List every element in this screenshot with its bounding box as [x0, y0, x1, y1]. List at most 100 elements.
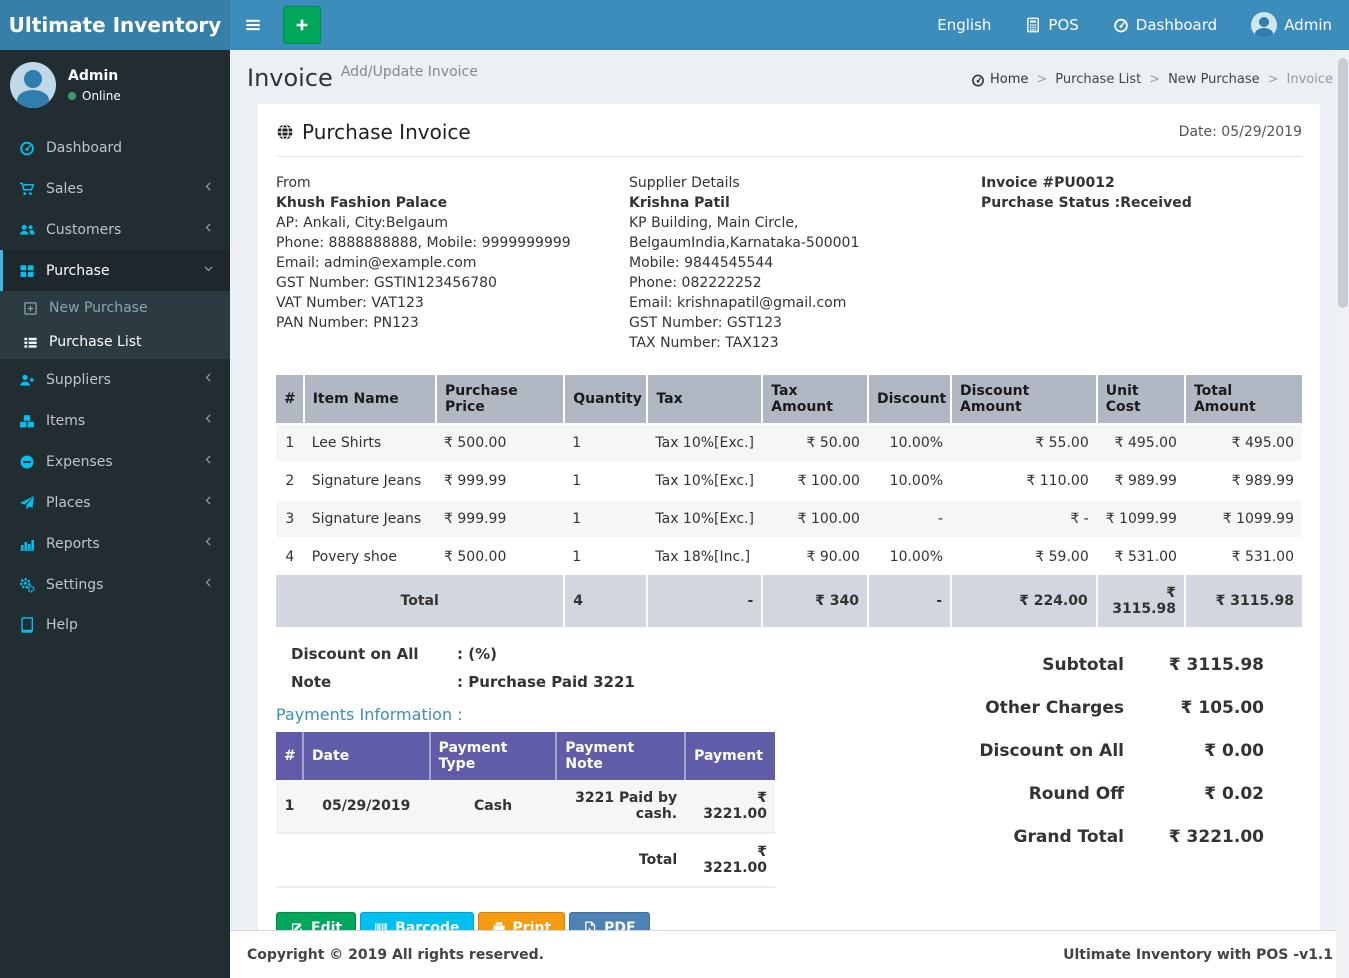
- sidebar-item-purchase[interactable]: Purchase: [0, 250, 230, 291]
- pos-link[interactable]: POS: [1008, 0, 1095, 50]
- list-icon: [22, 335, 38, 350]
- sidebar-item-label: Items: [46, 412, 86, 429]
- from-line: GST Number: GSTIN123456780: [276, 275, 497, 291]
- sidebar-toggle-button[interactable]: [230, 0, 275, 50]
- totals-summary: Subtotal ₹ 3115.98 Other Charges ₹ 105.0…: [892, 655, 1264, 944]
- summary-row-discount: Discount on All ₹ 0.00: [892, 741, 1264, 761]
- payments-heading: Payments Information :: [276, 705, 463, 724]
- sidebar-item-new-purchase[interactable]: New Purchase: [0, 291, 230, 325]
- table-row: 4 Povery shoe ₹ 500.00 1 Tax 18%[Inc.] ₹ 90.0…: [276, 538, 1302, 575]
- dashboard-label: Dashboard: [1135, 16, 1218, 34]
- sidebar-item-reports[interactable]: Reports: [0, 523, 230, 564]
- quick-add-button[interactable]: [283, 6, 321, 44]
- table-cell: ₹ 1099.99: [1222, 511, 1294, 527]
- plus-icon: [294, 17, 310, 33]
- table-row: 1 05/29/2019 Cash 3221 Paid by cash. ₹ 3221.…: [276, 780, 775, 833]
- supplier-name: Krishna Patil: [629, 195, 730, 211]
- table-cell: Signature Jeans: [311, 511, 422, 527]
- column-header: Item Name: [302, 375, 437, 424]
- dashboard-link[interactable]: Dashboard: [1096, 0, 1234, 50]
- table-row: 3 Signature Jeans ₹ 999.99 1 Tax 10%[Exc.] ₹ …: [276, 500, 1302, 538]
- sidebar-menu: Dashboard Sales Customers Purchase New P…: [0, 128, 230, 645]
- column-header: Payment Note: [555, 732, 686, 780]
- breadcrumb-purchase-list[interactable]: Purchase List: [1055, 72, 1141, 87]
- column-header: Total Amount: [1183, 375, 1302, 424]
- language-menu[interactable]: English: [920, 0, 1008, 50]
- sidebar-item-settings[interactable]: Settings: [0, 564, 230, 605]
- sidebar-item-label: Help: [46, 617, 78, 633]
- table-cell: ₹ 989.99: [1231, 473, 1294, 489]
- scrollbar-thumb[interactable]: [1337, 58, 1348, 308]
- table-cell: 1: [572, 435, 582, 451]
- table-cell: Lee Shirts: [311, 435, 382, 451]
- bar-chart-icon: [19, 536, 35, 552]
- breadcrumb-home[interactable]: Home: [971, 72, 1028, 87]
- note-row: Note : Purchase Paid 3221: [291, 673, 836, 691]
- lower-section: Discount on All : (%) Note : Purchase Pa…: [276, 645, 1302, 944]
- table-cell: ₹ 100.00: [797, 511, 860, 527]
- items-table: # Item Name Purchase Price Quantity Tax …: [276, 375, 1302, 627]
- sidebar-item-label: Settings: [46, 576, 104, 593]
- invoice-meta-block: Invoice #PU0012 Purchase Status :Receive…: [981, 173, 1302, 353]
- online-label: Online: [82, 88, 121, 103]
- content-header: Invoice Add/Update Invoice Home > Purcha…: [230, 50, 1349, 102]
- sidebar-user-panel: Admin Online: [0, 50, 230, 120]
- sidebar-item-customers[interactable]: Customers: [0, 209, 230, 250]
- table-cell: 1: [572, 473, 582, 489]
- table-cell: ₹ 100.00: [797, 473, 860, 489]
- page-scrollbar: [1336, 50, 1349, 978]
- table-cell: ₹ 59.00: [1035, 549, 1089, 565]
- chevron-left-icon: [202, 180, 215, 197]
- supplier-block: Supplier Details Krishna Patil KP Buildi…: [629, 173, 981, 353]
- users-icon: [19, 222, 35, 238]
- column-header: Discount: [866, 375, 952, 424]
- sidebar-item-items[interactable]: Items: [0, 400, 230, 441]
- sidebar-item-expenses[interactable]: Expenses: [0, 441, 230, 482]
- table-cell: Cash: [474, 798, 513, 814]
- sidebar-item-places[interactable]: Places: [0, 482, 230, 523]
- table-row: 1 Lee Shirts ₹ 500.00 1 Tax 10%[Exc.] ₹ 50.00…: [276, 424, 1302, 462]
- table-cell: 10.00%: [889, 473, 944, 489]
- user-name-label: Admin: [1284, 16, 1332, 34]
- invoice-date: Date: 05/29/2019: [1178, 124, 1302, 140]
- calculator-icon: [1025, 17, 1041, 33]
- table-cell: 05/29/2019: [322, 798, 411, 814]
- gauge-icon: [19, 140, 35, 156]
- table-cell: 1: [285, 435, 295, 451]
- chevron-left-icon: [202, 576, 215, 593]
- summary-value: ₹ 0.00: [1204, 741, 1264, 761]
- avatar: [10, 62, 56, 108]
- from-name: Khush Fashion Palace: [276, 195, 448, 211]
- sidebar-item-suppliers[interactable]: Suppliers: [0, 359, 230, 400]
- sidebar-item-label: Customers: [46, 221, 122, 238]
- total-discount-amount: ₹ 224.00: [950, 575, 1097, 627]
- user-menu[interactable]: Admin: [1234, 0, 1349, 50]
- summary-row-grand-total: Grand Total ₹ 3221.00: [892, 827, 1264, 847]
- sidebar-item-dashboard[interactable]: Dashboard: [0, 128, 230, 168]
- app-window: Ultimate Inventory English POS Dashboard: [0, 0, 1349, 978]
- table-cell: ₹ 989.99: [1114, 473, 1177, 489]
- sidebar-item-purchase-list[interactable]: Purchase List: [0, 325, 230, 359]
- discount-on-all-row: Discount on All : (%): [291, 645, 836, 663]
- sidebar: Admin Online Dashboard Sales Customers P…: [0, 50, 230, 978]
- version-text: Ultimate Inventory with POS -v1.1: [1063, 946, 1333, 963]
- top-navbar: Ultimate Inventory English POS Dashboard: [0, 0, 1349, 50]
- sidebar-item-label: New Purchase: [49, 300, 148, 316]
- card-title-label: Purchase Invoice: [302, 120, 471, 144]
- paper-plane-icon: [19, 495, 35, 511]
- breadcrumb-new-purchase[interactable]: New Purchase: [1168, 72, 1260, 87]
- table-cell: Tax 18%[Inc.]: [655, 549, 751, 565]
- supplier-heading: Supplier Details: [629, 175, 740, 191]
- table-cell: 2: [285, 473, 295, 489]
- sidebar-item-label: Expenses: [46, 453, 113, 470]
- sidebar-item-sales[interactable]: Sales: [0, 168, 230, 209]
- hamburger-icon: [244, 16, 262, 34]
- discount-on-all-label: Discount on All: [291, 645, 419, 663]
- summary-row-subtotal: Subtotal ₹ 3115.98: [892, 655, 1264, 675]
- language-label: English: [937, 16, 992, 34]
- table-cell: Tax 10%[Exc.]: [655, 473, 754, 489]
- note-label: Note: [291, 673, 332, 691]
- purchase-status: Purchase Status :Received: [981, 195, 1192, 211]
- sidebar-item-help[interactable]: Help: [0, 605, 230, 645]
- brand-logo[interactable]: Ultimate Inventory: [0, 0, 230, 50]
